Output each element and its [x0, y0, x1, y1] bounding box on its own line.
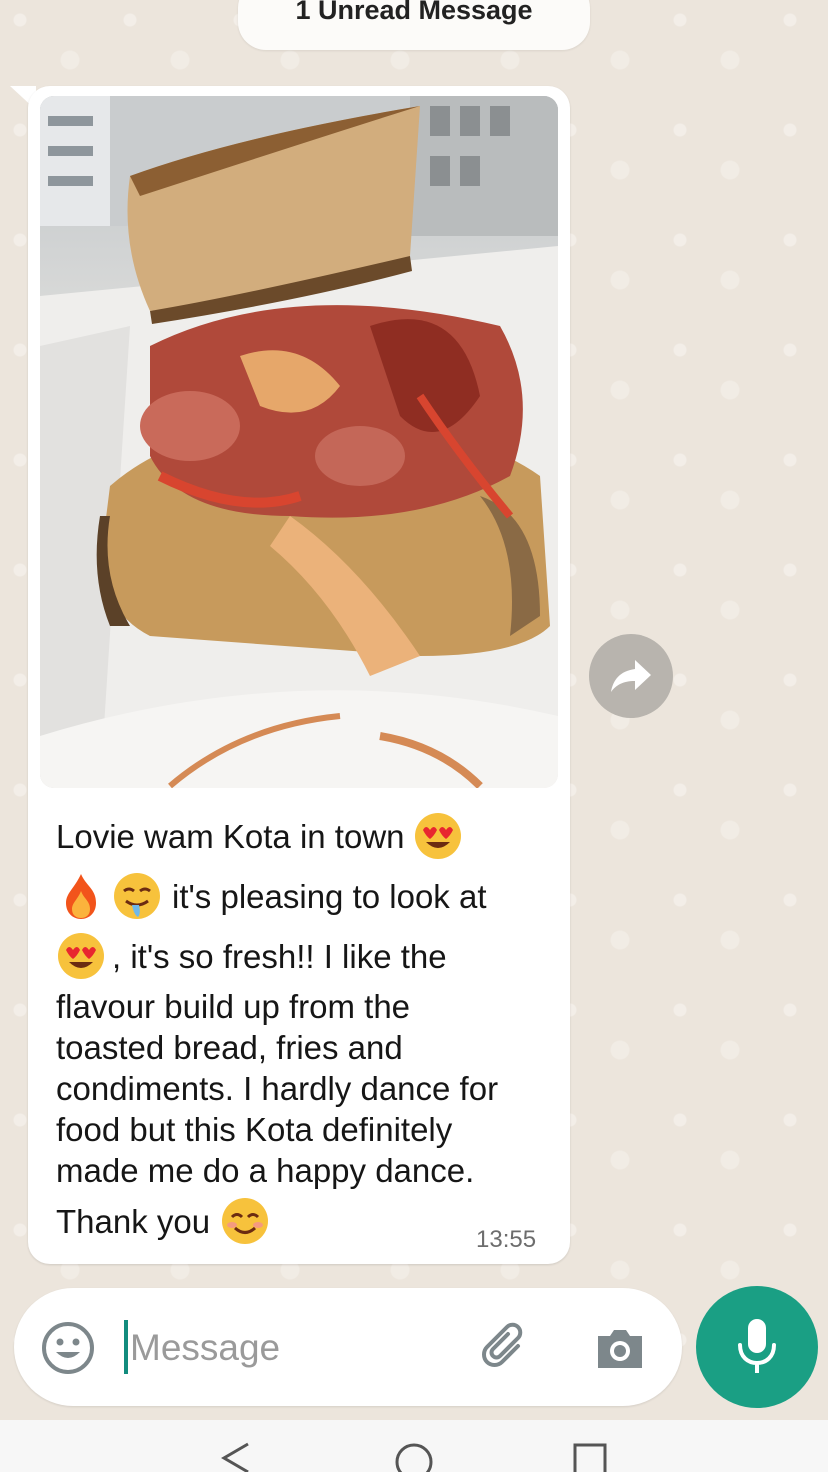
emoji-icon[interactable]	[40, 1320, 96, 1376]
paperclip-icon[interactable]	[478, 1320, 536, 1378]
back-nav-icon[interactable]	[218, 1440, 254, 1472]
message-text: Lovie wam Kota in town it's pleasing to …	[56, 806, 546, 1251]
message-line: Thank you	[56, 1191, 546, 1251]
voice-message-button[interactable]	[696, 1286, 818, 1408]
message-line: food but this Kota definitely	[56, 1111, 453, 1148]
message-line: toasted bread, fries and	[56, 1029, 403, 1066]
heart-eyes-emoji-icon	[414, 813, 461, 859]
message-line: it's pleasing to look at	[56, 866, 546, 926]
unread-banner-text: 1 Unread Message	[295, 0, 533, 25]
kota-photo-illustration	[40, 96, 558, 788]
forward-arrow-icon	[611, 660, 651, 692]
forward-button[interactable]	[589, 634, 673, 718]
fire-emoji-icon	[66, 874, 96, 919]
heart-eyes-emoji-icon	[58, 933, 104, 979]
smiling-emoji-icon	[222, 1198, 269, 1244]
text-caret	[124, 1320, 128, 1374]
message-input[interactable]	[130, 1322, 460, 1374]
message-image[interactable]	[40, 96, 558, 788]
message-line: condiments. I hardly dance for	[56, 1070, 499, 1107]
unread-messages-banner: 1 Unread Message	[238, 0, 590, 50]
drooling-emoji-icon	[114, 873, 160, 919]
home-nav-icon[interactable]	[394, 1440, 434, 1472]
microphone-icon	[738, 1319, 776, 1373]
message-line: Lovie wam Kota in town	[56, 806, 546, 866]
recents-nav-icon[interactable]	[572, 1440, 608, 1472]
camera-icon[interactable]	[592, 1320, 648, 1376]
message-line: made me do a happy dance.	[56, 1152, 475, 1189]
message-timestamp: 13:55	[476, 1226, 537, 1253]
message-line: , it's so fresh!! I like the	[56, 926, 546, 986]
message-line: flavour build up from the	[56, 988, 411, 1025]
